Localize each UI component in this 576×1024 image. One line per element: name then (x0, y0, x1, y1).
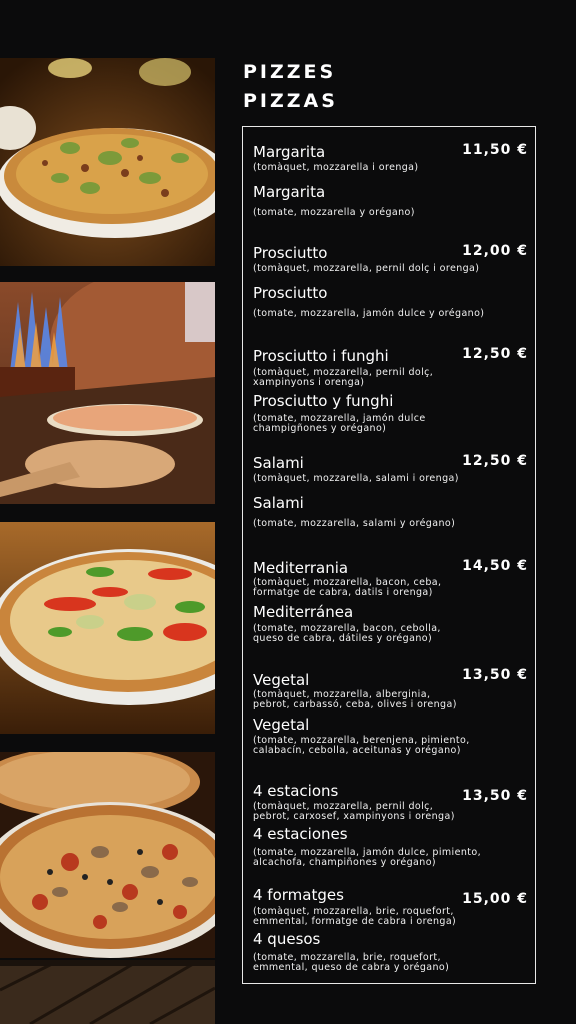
menu-item-vegetal: Vegetal 13,50 € (tomàquet, mozzarella, a… (253, 667, 528, 756)
item-name-es: Prosciutto (253, 284, 328, 302)
item-price: 12,50 € (462, 346, 528, 362)
menu-item-prosciutto: Prosciutto 12,00 € (tomàquet, mozzarella… (253, 243, 528, 319)
item-name-es: Salami (253, 494, 304, 512)
item-desc-ca: (tomàquet, mozzarella i orenga) (253, 162, 419, 173)
menu-item-margarita: Margarita 11,50 € (tomàquet, mozzarella … (253, 142, 528, 218)
item-desc-ca: (tomàquet, mozzarella, pernil dolç i ore… (253, 263, 480, 274)
menu-item-mediterrania: Mediterrania 14,50 € (tomàquet, mozzarel… (253, 558, 528, 644)
item-desc-ca: xampinyons i orenga) (253, 377, 365, 388)
item-desc-es: (tomate, mozzarella, salami y orégano) (253, 518, 456, 529)
wooden-board-photo (0, 960, 215, 1024)
item-desc-es: calabacín, cebolla, aceitunas y orégano) (253, 745, 461, 756)
item-name-es: Vegetal (253, 716, 310, 734)
item-price: 11,50 € (462, 142, 528, 158)
page-title-spanish: PIZZAS (243, 90, 338, 112)
item-desc-ca: emmental, formatge de cabra i orenga) (253, 916, 457, 927)
item-price: 13,50 € (462, 667, 528, 683)
item-name-es: 4 quesos (253, 930, 321, 948)
item-desc-ca: pebrot, carbassó, ceba, olives i orenga) (253, 699, 457, 710)
pizza-photo-1 (0, 58, 215, 266)
item-name-es: 4 estaciones (253, 825, 348, 843)
menu-item-prosciutto-funghi: Prosciutto i funghi 12,50 € (tomàquet, m… (253, 346, 528, 434)
item-desc-es: queso de cabra, dátiles y orégano) (253, 633, 433, 644)
pizza-photo-4 (0, 752, 215, 958)
item-desc-ca: (tomàquet, mozzarella, salami i orenga) (253, 473, 459, 484)
pizza-photo-3 (0, 522, 215, 734)
item-desc-es: emmental, queso de cabra y orégano) (253, 962, 450, 973)
item-price: 13,50 € (462, 788, 528, 804)
item-desc-es: (tomate, mozzarella y orégano) (253, 207, 415, 218)
item-price: 12,50 € (462, 453, 528, 469)
item-name-es: Margarita (253, 183, 326, 201)
item-desc-es: champigñones y orégano) (253, 423, 387, 434)
menu-item-4-formatges: 4 formatges 15,00 € (tomàquet, mozzarell… (253, 886, 528, 973)
item-name-es: Mediterránea (253, 603, 354, 621)
page-title-catalan: PIZZES (243, 61, 337, 83)
item-price: 15,00 € (462, 891, 528, 907)
item-price: 12,00 € (462, 243, 528, 259)
item-name-es: Prosciutto y funghi (253, 392, 394, 410)
pizza-photo-2 (0, 282, 215, 504)
menu-item-4-estacions: 4 estacions 13,50 € (tomàquet, mozzarell… (253, 782, 528, 868)
menu-item-salami: Salami 12,50 € (tomàquet, mozzarella, sa… (253, 453, 528, 529)
item-desc-ca: formatge de cabra, datils i orenga) (253, 587, 433, 598)
item-desc-ca: pebrot, carxosef, xampinyons i orenga) (253, 811, 455, 822)
item-price: 14,50 € (462, 558, 528, 574)
item-desc-es: alcachofa, champiñones y orégano) (253, 857, 437, 868)
item-desc-es: (tomate, mozzarella, jamón dulce y oréga… (253, 308, 485, 319)
